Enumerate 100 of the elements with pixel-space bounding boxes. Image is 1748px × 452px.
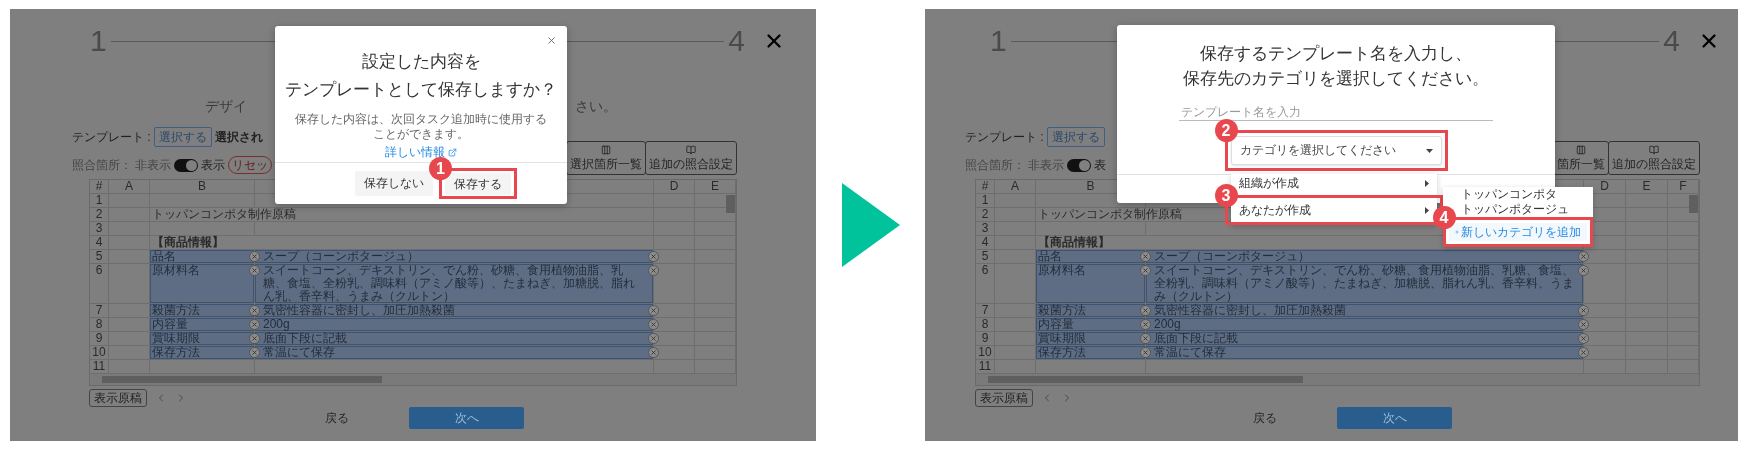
row-number: 8 xyxy=(90,318,109,332)
column-header: E xyxy=(695,180,736,194)
remove-icon[interactable] xyxy=(1578,347,1589,358)
table-cell: 殺菌方法 xyxy=(150,304,255,318)
book-icon xyxy=(686,145,696,155)
table-cell: 品名 xyxy=(150,250,255,264)
close-icon[interactable] xyxy=(546,35,557,46)
triangle-arrow-icon xyxy=(841,183,900,267)
row-number: 7 xyxy=(90,304,109,318)
row-number: 1 xyxy=(90,194,109,208)
table-cell: 原材料名 xyxy=(150,264,255,304)
column-header: A xyxy=(109,180,150,194)
step-marker: 2 xyxy=(1214,119,1238,142)
remove-icon[interactable] xyxy=(249,265,260,276)
vertical-scrollbar[interactable] xyxy=(1689,195,1698,213)
remove-icon[interactable] xyxy=(648,333,659,344)
caret-icon xyxy=(1424,206,1429,214)
caret-icon xyxy=(1425,148,1433,153)
remove-icon[interactable] xyxy=(249,305,260,316)
remove-icon[interactable] xyxy=(1140,319,1151,330)
dialog-title: 設定した内容を テンプレートとして保存しますか？ xyxy=(285,51,557,101)
column-header: # xyxy=(976,180,995,194)
remove-icon[interactable] xyxy=(1578,333,1589,344)
next-button[interactable]: 次へ xyxy=(1337,407,1452,429)
remove-icon[interactable] xyxy=(249,319,260,330)
template-name-field[interactable]: テンプレート名を入力 xyxy=(1179,103,1493,121)
remove-icon[interactable] xyxy=(249,333,260,344)
hide-label: 非表示 xyxy=(1028,158,1064,172)
row-number: 5 xyxy=(976,250,995,264)
remove-icon[interactable] xyxy=(1140,305,1151,316)
column-header: B xyxy=(150,180,255,194)
table-cell: 保存方法 xyxy=(1036,346,1146,360)
row-number: 9 xyxy=(90,332,109,346)
next-button[interactable]: 次へ xyxy=(409,407,524,429)
vertical-scrollbar[interactable] xyxy=(726,195,735,213)
remove-icon[interactable] xyxy=(1578,319,1589,330)
columns-icon xyxy=(601,145,611,155)
tool-button[interactable]: 追加の照合設定 xyxy=(1608,141,1700,175)
book-icon xyxy=(1649,145,1659,155)
remove-icon[interactable] xyxy=(249,251,260,262)
column-header: # xyxy=(90,180,109,194)
external-link-icon xyxy=(448,148,457,157)
row-number: 10 xyxy=(90,346,109,360)
table-cell: 原材料名 xyxy=(1036,264,1146,304)
remove-icon[interactable] xyxy=(648,305,659,316)
menu-item[interactable]: 組織が作成 xyxy=(1230,174,1437,192)
horizontal-scrollbar[interactable] xyxy=(90,374,736,385)
dialog-title: 保存するテンプレート名を入力し、 保存先のカテゴリを選択してください。 xyxy=(1183,43,1489,90)
dialog-button[interactable]: 保存する xyxy=(445,173,511,195)
row-number: 5 xyxy=(90,250,109,264)
table-cell: 賞味期限 xyxy=(1036,332,1146,346)
row-number: 3 xyxy=(976,222,995,236)
column-header: A xyxy=(995,180,1036,194)
remove-icon[interactable] xyxy=(648,347,659,358)
heading-text: さい。 xyxy=(575,97,617,115)
heading-text: デザイ xyxy=(205,97,247,115)
sheet-tab[interactable]: 表示原稿 xyxy=(89,389,147,407)
select-button[interactable]: 選択する xyxy=(1046,127,1105,147)
step-marker: 1 xyxy=(429,157,452,180)
table-cell: 品名 xyxy=(1036,250,1146,264)
remove-icon[interactable] xyxy=(1140,265,1151,276)
remove-icon[interactable] xyxy=(249,347,260,358)
horizontal-scrollbar[interactable] xyxy=(976,374,1699,385)
template-label: テンプレート : xyxy=(72,130,151,144)
sheet-tab[interactable]: 表示原稿 xyxy=(975,389,1033,407)
row-number: 7 xyxy=(976,304,995,318)
step-marker: 3 xyxy=(1214,184,1238,207)
back-button[interactable]: 戻る xyxy=(1253,409,1277,427)
dialog-button[interactable]: 保存しない xyxy=(355,171,433,196)
remove-icon[interactable] xyxy=(1140,251,1151,262)
dialog-description: 保存した内容は、次回タスク追加時に使用することができます。 xyxy=(294,112,548,142)
remove-icon[interactable] xyxy=(648,251,659,262)
remove-icon[interactable] xyxy=(1140,347,1151,358)
add-category-item[interactable]: 新しいカテゴリを追加 xyxy=(1448,223,1587,241)
tool-button[interactable]: 追加の照合設定 xyxy=(645,141,737,175)
toggle-switch[interactable] xyxy=(174,158,198,172)
row-number: 2 xyxy=(976,208,995,222)
toggle-switch[interactable] xyxy=(1067,158,1091,172)
column-header: F xyxy=(1668,180,1699,194)
column-header: D xyxy=(654,180,695,194)
remove-icon[interactable] xyxy=(1578,305,1589,316)
selected-template-text: 選択され xyxy=(214,130,263,144)
remove-icon[interactable] xyxy=(1578,251,1589,262)
table-cell: トッパンコンポタ制作原稿 xyxy=(150,208,654,222)
category-select[interactable]: カテゴリを選択してください xyxy=(1230,136,1442,165)
row-number: 1 xyxy=(976,194,995,208)
columns-icon xyxy=(1576,145,1586,155)
row-number: 6 xyxy=(976,264,995,304)
remove-icon[interactable] xyxy=(648,319,659,330)
remove-icon[interactable] xyxy=(1140,333,1151,344)
back-button[interactable]: 戻る xyxy=(325,409,349,427)
menu-item[interactable]: あなたが作成 xyxy=(1230,201,1437,219)
row-number: 8 xyxy=(976,318,995,332)
remove-icon[interactable] xyxy=(648,265,659,276)
remove-icon[interactable] xyxy=(1578,265,1589,276)
caret-icon xyxy=(1424,179,1429,187)
select-button[interactable]: 選択する xyxy=(153,127,212,147)
row-number: 4 xyxy=(976,236,995,250)
table-cell: 殺菌方法 xyxy=(1036,304,1146,318)
row-number: 10 xyxy=(976,346,995,360)
